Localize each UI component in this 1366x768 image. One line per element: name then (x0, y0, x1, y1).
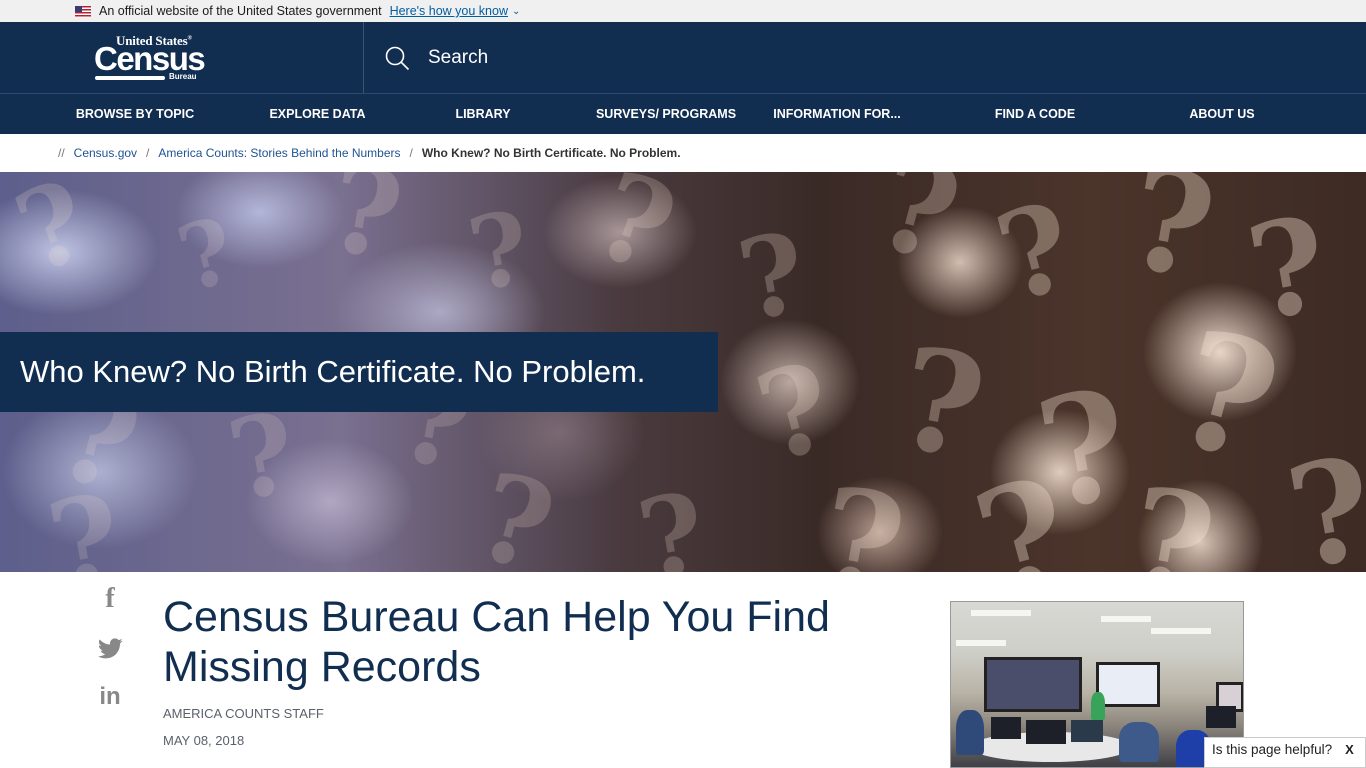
photo-screen (1096, 662, 1160, 707)
nav-library[interactable]: LIBRARY (433, 107, 533, 121)
breadcrumb-current: Who Knew? No Birth Certificate. No Probl… (421, 146, 681, 160)
training-room-photo (950, 601, 1244, 768)
photo-monitor (1026, 720, 1066, 744)
gov-banner: An official website of the United States… (0, 0, 1366, 22)
question-mark-shape: ? (1116, 172, 1226, 312)
question-mark-shape: ? (318, 172, 413, 289)
question-mark-shape: ? (460, 187, 539, 315)
question-mark-shape: ? (167, 196, 246, 314)
article-area: f in Census Bureau Can Help You Find Mis… (0, 572, 1366, 768)
feedback-label: Is this page helpful? (1212, 742, 1333, 757)
logo-area: United States® Census Bureau (0, 22, 364, 93)
nav-explore-data[interactable]: EXPLORE DATA (250, 107, 385, 121)
question-mark-shape: ? (861, 172, 975, 293)
photo-ceiling-light (956, 640, 1006, 646)
photo-person (1091, 692, 1105, 720)
nav-browse-by-topic[interactable]: BROWSE BY TOPIC (68, 107, 202, 121)
question-mark-shape: ? (1025, 355, 1143, 545)
question-mark-shape: ? (1237, 186, 1339, 351)
article-title: Census Bureau Can Help You Find Missing … (163, 593, 830, 691)
site-header: United States® Census Bureau Search (0, 22, 1366, 94)
article-date: MAY 08, 2018 (163, 733, 245, 748)
question-mark-shape: ? (742, 335, 848, 490)
question-mark-shape: ? (729, 207, 816, 346)
photo-ceiling-light (971, 610, 1031, 616)
photo-monitor (1071, 720, 1103, 742)
share-bar: f in (97, 584, 123, 731)
twitter-icon[interactable] (97, 633, 123, 663)
question-mark-shape: ? (806, 456, 916, 572)
photo-monitor (991, 717, 1021, 739)
nav-find-a-code[interactable]: FIND A CODE (980, 107, 1090, 121)
nav-surveys-programs[interactable]: SURVEYS/ PROGRAMS (591, 107, 741, 121)
search-input[interactable]: Search (364, 22, 1366, 93)
feedback-widget: Is this page helpful? X (1204, 737, 1366, 768)
breadcrumb: // Census.gov / America Counts: Stories … (0, 134, 1366, 172)
search-icon[interactable] (384, 45, 410, 71)
question-mark-shape: ? (38, 466, 133, 572)
us-flag-icon (75, 5, 91, 17)
photo-ceiling-light (1151, 628, 1211, 634)
photo-person (956, 710, 984, 755)
hero-banner: ???????????????????????? Who Knew? No Bi… (0, 172, 1366, 572)
photo-ceiling-light (1101, 616, 1151, 622)
nav-information-for[interactable]: INFORMATION FOR... (767, 107, 907, 121)
linkedin-icon[interactable]: in (97, 682, 123, 712)
close-icon[interactable]: X (1345, 742, 1354, 757)
photo-screen (984, 657, 1082, 712)
gov-banner-text: An official website of the United States… (99, 4, 382, 18)
hero-title-box: Who Knew? No Birth Certificate. No Probl… (0, 332, 718, 412)
question-mark-shape: ? (629, 467, 716, 572)
question-mark-shape: ? (982, 175, 1088, 330)
question-mark-shape: ? (886, 316, 996, 492)
logo-census: Census (94, 39, 206, 77)
breadcrumb-separator: / (409, 146, 413, 160)
breadcrumb-america-counts[interactable]: America Counts: Stories Behind the Numbe… (158, 146, 400, 160)
question-mark-shape: ? (462, 445, 568, 572)
logo-bar (95, 75, 165, 80)
photo-person (1119, 722, 1159, 762)
main-nav: BROWSE BY TOPIC EXPLORE DATA LIBRARY SUR… (0, 94, 1366, 134)
facebook-icon[interactable]: f (97, 584, 123, 614)
question-mark-shape: ? (958, 443, 1090, 572)
breadcrumb-census-gov[interactable]: Census.gov (74, 146, 137, 160)
nav-about-us[interactable]: ABOUT US (1172, 107, 1272, 121)
photo-monitor (1206, 706, 1236, 728)
breadcrumb-separator: / (146, 146, 150, 160)
logo-bureau: Bureau (169, 71, 197, 81)
search-placeholder: Search (428, 46, 489, 68)
question-mark-shape: ? (1276, 426, 1366, 572)
question-mark-shape: ? (1157, 293, 1297, 499)
chevron-down-icon[interactable]: ⌄ (512, 6, 520, 17)
census-logo[interactable]: United States® Census Bureau (94, 33, 206, 83)
article-author: AMERICA COUNTS STAFF (163, 706, 324, 721)
heres-how-you-know-link[interactable]: Here's how you know (390, 4, 508, 18)
hero-title: Who Knew? No Birth Certificate. No Probl… (20, 354, 646, 389)
question-mark-shape: ? (1116, 456, 1226, 572)
question-mark-shape: ? (0, 172, 105, 299)
breadcrumb-prefix: // (58, 146, 65, 160)
question-mark-shape: ? (578, 172, 693, 301)
